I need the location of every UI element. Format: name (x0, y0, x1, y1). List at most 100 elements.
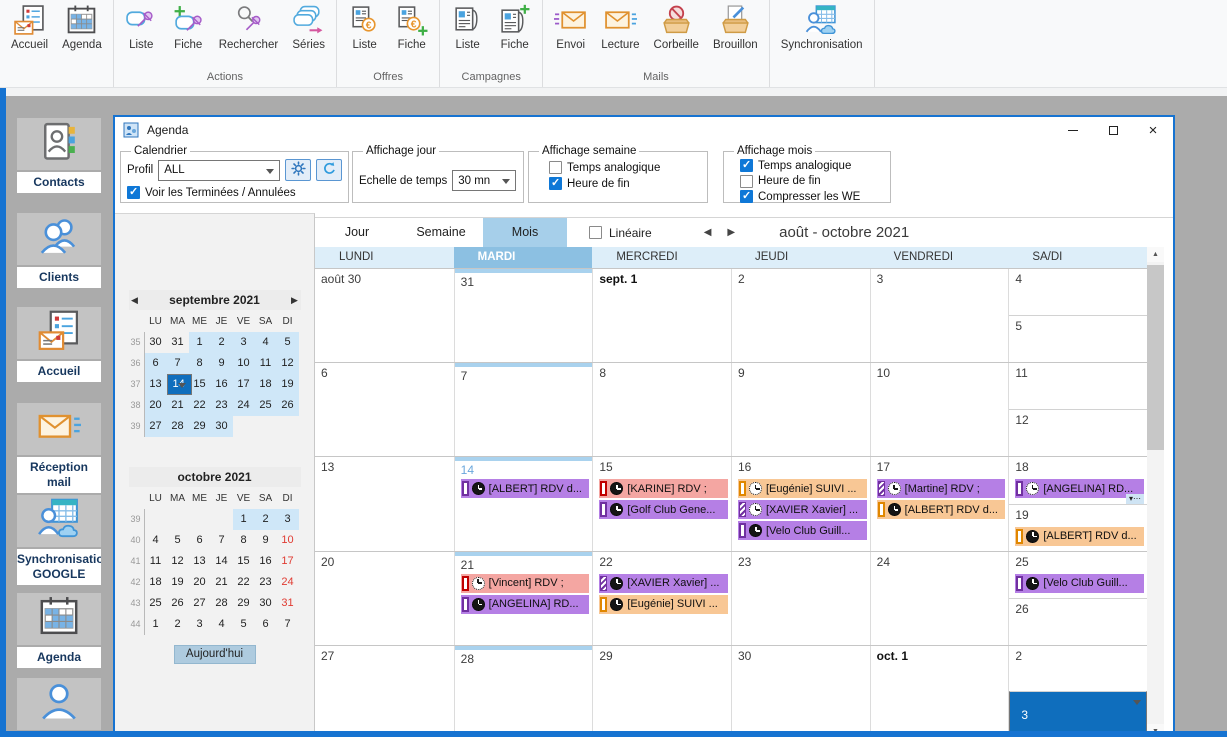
sidebar-item-accueil[interactable]: Accueil (17, 307, 101, 382)
mini-day-7[interactable]: 7 (277, 614, 299, 635)
event[interactable]: [ALBERT] RDV d... (877, 500, 1006, 519)
refresh-button[interactable] (316, 159, 342, 181)
tab-jour[interactable]: Jour (315, 218, 399, 247)
mini-day-11[interactable]: 11 (255, 353, 277, 374)
mini-day-22[interactable]: 22 (233, 572, 255, 593)
mini-day-19[interactable]: 19 (167, 572, 189, 593)
day-cell-sept-1[interactable]: sept. 1 (592, 269, 731, 362)
mini-day-24[interactable]: 24 (233, 395, 255, 416)
sidebar-item-agenda[interactable]: Agenda (17, 593, 101, 668)
sidebar-item-clients[interactable]: Clients (17, 213, 101, 288)
mini-day-24[interactable]: 24 (277, 572, 299, 593)
day-cell-3[interactable]: 3 (870, 269, 1009, 362)
event[interactable]: [KARINE] RDV ; (599, 479, 728, 498)
mini-day-11[interactable]: 11 (145, 551, 167, 572)
mini-day-29[interactable]: 29 (233, 593, 255, 614)
day-cell-6[interactable]: 6 (315, 363, 454, 456)
mini-day-3[interactable]: 3 (189, 614, 211, 635)
event[interactable]: [XAVIER Xavier] ... (738, 500, 867, 519)
day-cell-13[interactable]: 13 (315, 457, 454, 550)
mini-day-13[interactable]: 13 (189, 551, 211, 572)
close-button[interactable]: × (1133, 118, 1173, 142)
mini-day-4[interactable]: 4 (145, 530, 167, 551)
mini-day-2[interactable]: 2 (255, 509, 277, 530)
mini-day-2[interactable]: 2 (167, 614, 189, 635)
lineaire-option[interactable]: Linéaire (589, 226, 652, 240)
day-cell-27[interactable]: 27 (315, 646, 454, 737)
ribbon-button-rechercher-actions[interactable]: Rechercher (212, 3, 285, 66)
mini-day-3[interactable]: 3 (233, 332, 255, 353)
day-cell-16[interactable]: 16[Eugénie] SUIVI ...[XAVIER Xavier] ...… (731, 457, 870, 550)
mini-day-16[interactable]: 16 (211, 374, 233, 395)
mini-day-23[interactable]: 23 (255, 572, 277, 593)
event[interactable]: [Velo Club Guill... (738, 521, 867, 540)
heure-de-fin-checkbox[interactable] (549, 177, 562, 190)
day-cell-24[interactable]: 24 (870, 552, 1009, 645)
mini-day-18[interactable]: 18 (255, 374, 277, 395)
mini-day-10[interactable]: 10 (277, 530, 299, 551)
mini-day-15[interactable]: 15 (233, 551, 255, 572)
event[interactable]: [Eugénie] SUIVI ... (599, 595, 728, 614)
day-cell-18[interactable]: 18[ANGELINA] RD...▾⋯ (1009, 457, 1147, 503)
mini-day-28[interactable]: 28 (167, 416, 189, 437)
ribbon-button-liste-actions[interactable]: Liste (118, 3, 165, 66)
mini-day-4[interactable]: 4 (211, 614, 233, 635)
mini-day-10[interactable]: 10 (233, 353, 255, 374)
event[interactable]: [Martine] RDV ; (877, 479, 1006, 498)
day-cell-4[interactable]: 4 (1009, 269, 1147, 315)
mini-day-26[interactable]: 26 (277, 395, 299, 416)
tab-mois[interactable]: Mois (483, 218, 567, 247)
mini-day-1[interactable]: 1 (145, 614, 167, 635)
mini-day-5[interactable]: 5 (167, 530, 189, 551)
prev-month-arrow[interactable]: ◀ (127, 290, 143, 310)
mini-day-31[interactable]: 31 (277, 593, 299, 614)
voir-terminees-checkbox[interactable] (127, 186, 140, 199)
lineaire-checkbox[interactable] (589, 226, 602, 239)
maximize-button[interactable] (1093, 118, 1133, 142)
mini-day-19[interactable]: 19 (277, 374, 299, 395)
prev-period-arrow[interactable]: ◀ (704, 227, 712, 238)
window-titlebar[interactable]: Agenda × (115, 117, 1173, 143)
day-cell-17[interactable]: 17[Martine] RDV ;[ALBERT] RDV d... (870, 457, 1009, 550)
event[interactable]: [ALBERT] RDV d... (1015, 527, 1144, 546)
day-cell-28[interactable]: 28 (454, 646, 593, 737)
ribbon-button-agenda-misc[interactable]: Agenda (55, 3, 109, 67)
event[interactable]: [XAVIER Xavier] ... (599, 574, 728, 593)
ribbon-button-fiche-actions[interactable]: Fiche (165, 3, 212, 66)
temps-analogique-checkbox[interactable] (740, 159, 753, 172)
event[interactable]: [Golf Club Gene... (599, 500, 728, 519)
day-cell-2[interactable]: 2 (1009, 646, 1147, 692)
day-cell-21[interactable]: 21[Vincent] RDV ;[ANGELINA] RD... (454, 552, 593, 645)
mini-day-29[interactable]: 29 (189, 416, 211, 437)
mini-day-2[interactable]: 2 (211, 332, 233, 353)
day-cell-25[interactable]: 25[Velo Club Guill... (1009, 552, 1147, 598)
mini-day-1[interactable]: 1 (233, 509, 255, 530)
mini-day-12[interactable]: 12 (167, 551, 189, 572)
next-period-arrow[interactable]: ▶ (727, 227, 735, 238)
mini-day-30[interactable]: 30 (255, 593, 277, 614)
mini-day-28[interactable]: 28 (211, 593, 233, 614)
ribbon-button-accueil-misc[interactable]: Accueil (4, 3, 55, 67)
day-cell-5[interactable]: 5 (1009, 315, 1147, 362)
event[interactable]: [ANGELINA] RD... (461, 595, 590, 614)
vertical-scrollbar[interactable]: ▲ ▼ (1147, 247, 1164, 737)
mini-day-20[interactable]: 20 (145, 395, 167, 416)
mini-day-13[interactable]: 13 (145, 374, 167, 395)
mini-day-30[interactable]: 30 (145, 332, 167, 353)
mini-day-26[interactable]: 26 (167, 593, 189, 614)
day-cell-20[interactable]: 20 (315, 552, 454, 645)
day-cell-10[interactable]: 10 (870, 363, 1009, 456)
ribbon-button-liste-campagnes[interactable]: Liste (444, 3, 491, 66)
ribbon-button-series-actions[interactable]: Séries (285, 3, 332, 66)
day-cell-8[interactable]: 8 (592, 363, 731, 456)
mini-day-6[interactable]: 6 (189, 530, 211, 551)
tab-semaine[interactable]: Semaine (399, 218, 483, 247)
event[interactable]: [Eugénie] SUIVI ... (738, 479, 867, 498)
mini-day-5[interactable]: 5 (277, 332, 299, 353)
today-button[interactable]: Aujourd'hui (174, 645, 256, 664)
mini-day-17[interactable]: 17 (233, 374, 255, 395)
event[interactable]: [ALBERT] RDV d... (461, 479, 590, 498)
day-cell-9[interactable]: 9 (731, 363, 870, 456)
event[interactable]: [Vincent] RDV ; (461, 574, 590, 593)
ribbon-button-brouillon-mails[interactable]: Brouillon (706, 3, 765, 66)
